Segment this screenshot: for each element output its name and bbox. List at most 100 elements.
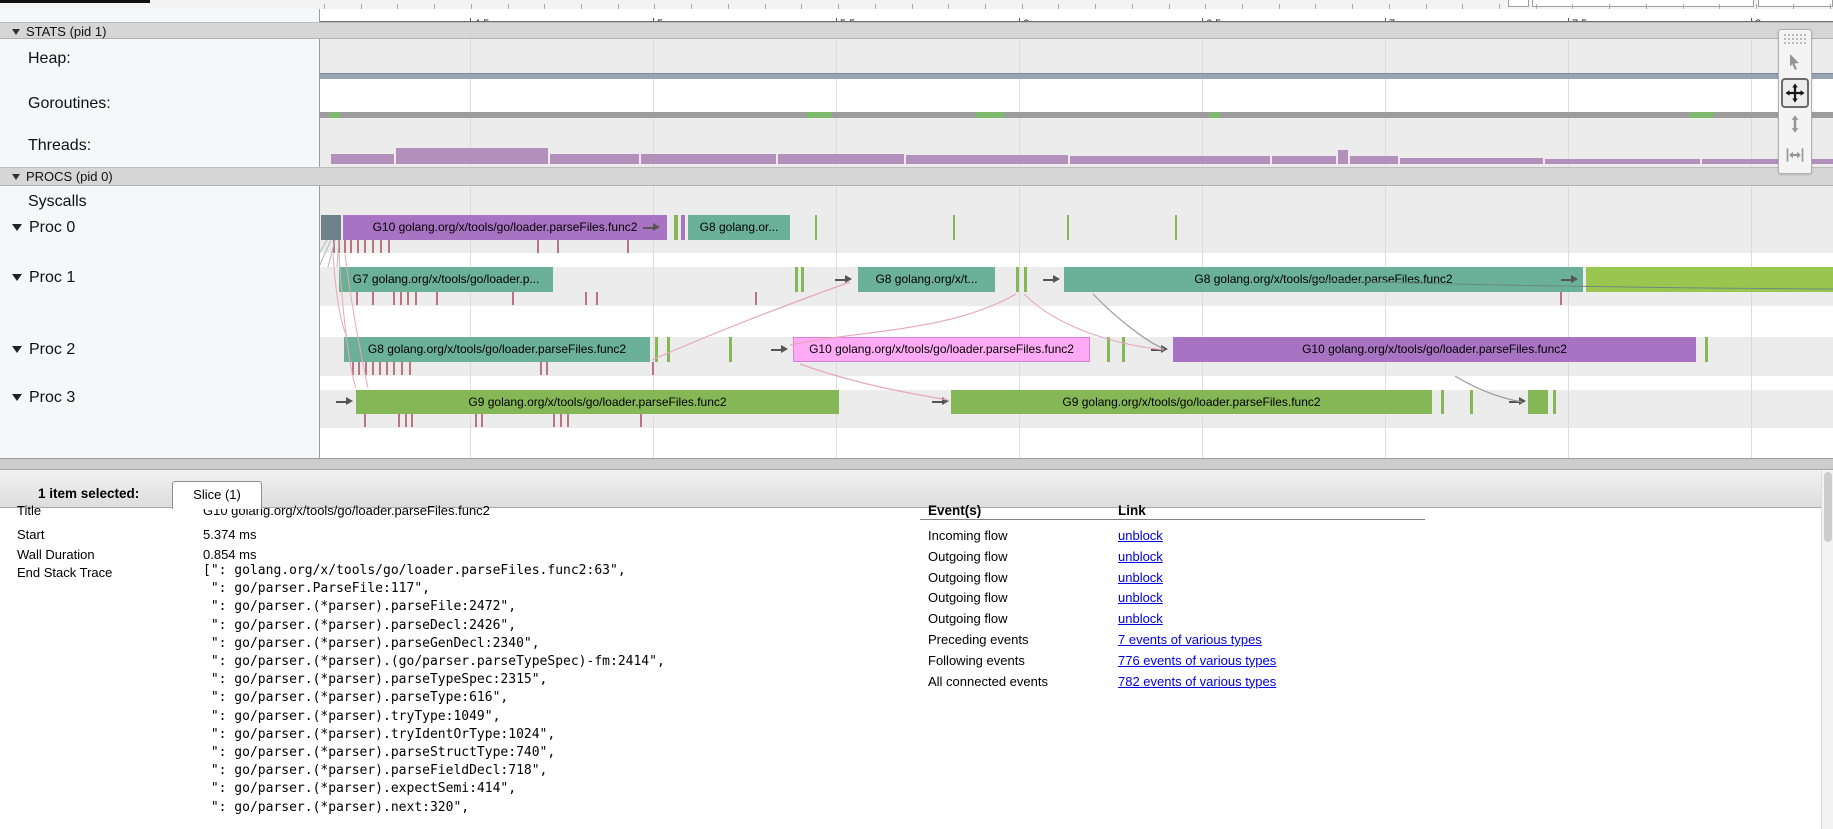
trace-viewer-window: 4.5 ms5 ms5.5 ms6 ms6.5 ms7 ms7.5 ms8 ms… bbox=[0, 0, 1833, 829]
link-column-header: Link bbox=[1118, 503, 1146, 518]
threads-usage-bar bbox=[396, 148, 548, 164]
stack-trace-text: [": golang.org/x/tools/go/loader.parseFi… bbox=[203, 562, 665, 817]
trace-slice[interactable] bbox=[801, 267, 804, 292]
flow-arrow-icon bbox=[1561, 275, 1578, 284]
flow-event-tick bbox=[481, 414, 483, 427]
trace-slice[interactable]: G8 golang.or... bbox=[688, 215, 790, 240]
timing-span-icon bbox=[1784, 145, 1806, 165]
pointer-icon bbox=[1785, 52, 1805, 72]
track-label-text: Proc 1 bbox=[29, 269, 75, 286]
flow-event-tick bbox=[652, 362, 654, 375]
trace-slice[interactable] bbox=[953, 215, 955, 240]
trace-slice[interactable]: G9 golang.org/x/tools/go/loader.parseFil… bbox=[356, 390, 839, 414]
trace-slice[interactable] bbox=[655, 337, 658, 362]
sidebar-track-label-proc-0[interactable]: Proc 0 bbox=[12, 219, 75, 237]
scrollbar-thumb[interactable] bbox=[1824, 472, 1832, 542]
selection-tool-button[interactable] bbox=[1781, 47, 1809, 77]
minimap-range-box-2[interactable] bbox=[1758, 0, 1833, 7]
event-link[interactable]: 7 events of various types bbox=[1118, 632, 1262, 647]
flow-event-tick bbox=[365, 362, 367, 375]
analysis-scrollbar[interactable] bbox=[1821, 470, 1833, 829]
flow-arrow-head bbox=[1571, 275, 1578, 283]
trace-slice[interactable] bbox=[815, 215, 817, 240]
trace-slice[interactable] bbox=[681, 215, 685, 240]
sidebar-track-label-syscalls[interactable]: Syscalls bbox=[28, 193, 87, 211]
vertical-arrows-icon bbox=[1785, 113, 1805, 135]
pan-tool-button[interactable] bbox=[1781, 78, 1809, 108]
threads-usage-bar bbox=[1545, 159, 1700, 164]
trace-slice[interactable] bbox=[1107, 337, 1110, 362]
trace-slice[interactable] bbox=[1175, 215, 1177, 240]
trace-slice[interactable] bbox=[1528, 390, 1548, 414]
trace-slice[interactable] bbox=[1024, 267, 1027, 292]
trace-slice[interactable] bbox=[795, 267, 798, 292]
flow-event-tick bbox=[364, 414, 366, 427]
sidebar-track-label-proc-2[interactable]: Proc 2 bbox=[12, 341, 75, 359]
tab-slice[interactable]: Slice (1) bbox=[172, 481, 262, 509]
goroutines-running-segment bbox=[976, 112, 1004, 118]
event-link[interactable]: unblock bbox=[1118, 570, 1163, 585]
flow-event-tick bbox=[546, 362, 548, 375]
trace-slice[interactable] bbox=[1067, 215, 1069, 240]
flow-event-tick bbox=[388, 240, 390, 253]
event-link[interactable]: 782 events of various types bbox=[1118, 674, 1276, 689]
flow-arrow-icon bbox=[932, 397, 949, 406]
flow-event-tick bbox=[405, 414, 407, 427]
sidebar-track-label-proc-3[interactable]: Proc 3 bbox=[12, 389, 75, 407]
minimap-handle-box[interactable] bbox=[1508, 0, 1529, 7]
flow-arrow-head bbox=[942, 397, 949, 405]
event-type-cell: Incoming flow bbox=[928, 528, 1007, 543]
trace-slice[interactable]: G8 golang.org/x/tools/go/loader.parseFil… bbox=[1064, 267, 1583, 292]
event-link[interactable]: 776 events of various types bbox=[1118, 653, 1276, 668]
trace-slice-selected[interactable]: G10 golang.org/x/tools/go/loader.parseFi… bbox=[793, 337, 1090, 362]
trace-slice[interactable] bbox=[1586, 267, 1833, 292]
event-link[interactable]: unblock bbox=[1118, 549, 1163, 564]
timing-tool-button[interactable] bbox=[1781, 140, 1809, 170]
event-type-cell: All connected events bbox=[928, 674, 1048, 689]
trace-slice[interactable] bbox=[674, 215, 678, 240]
trace-slice[interactable]: G10 golang.org/x/tools/go/loader.parseFi… bbox=[343, 215, 667, 240]
event-link[interactable]: unblock bbox=[1118, 528, 1163, 543]
trace-slice[interactable] bbox=[1470, 390, 1473, 414]
trace-slice[interactable] bbox=[1441, 390, 1444, 414]
trace-slice[interactable] bbox=[1553, 390, 1556, 414]
section-header-stats[interactable]: STATS (pid 1) bbox=[0, 22, 1833, 39]
trace-slice[interactable] bbox=[1122, 337, 1125, 362]
trace-slice[interactable]: G8 golang.org/x/tools/go/loader.parseFil… bbox=[344, 337, 650, 362]
flow-event-tick bbox=[409, 362, 411, 375]
trace-slice[interactable] bbox=[1705, 337, 1708, 362]
event-type-cell: Outgoing flow bbox=[928, 549, 1008, 564]
trace-slice[interactable] bbox=[667, 337, 670, 362]
event-type-cell: Preceding events bbox=[928, 632, 1028, 647]
flow-event-tick bbox=[1560, 292, 1562, 305]
trace-slice[interactable] bbox=[729, 337, 732, 362]
section-title: PROCS (pid 0) bbox=[26, 169, 113, 184]
trace-slice-label: G9 golang.org/x/tools/go/loader.parseFil… bbox=[468, 395, 726, 409]
top-minimap-strip bbox=[0, 0, 1833, 9]
stack-trace-field-label: End Stack Trace bbox=[17, 565, 112, 580]
trace-slice[interactable] bbox=[1016, 267, 1019, 292]
flow-arrow-icon bbox=[771, 345, 788, 354]
panel-splitter[interactable] bbox=[0, 458, 1833, 470]
trace-slice[interactable]: G9 golang.org/x/tools/go/loader.parseFil… bbox=[951, 390, 1432, 414]
goroutines-running-segment bbox=[1690, 112, 1714, 118]
event-type-cell: Outgoing flow bbox=[928, 570, 1008, 585]
trace-slice[interactable] bbox=[321, 215, 341, 240]
selection-count-label: 1 item selected: bbox=[38, 486, 139, 501]
trace-slice[interactable]: G10 golang.org/x/tools/go/loader.parseFi… bbox=[1173, 337, 1696, 362]
track-label-text: Syscalls bbox=[28, 193, 87, 210]
mode-toolbar bbox=[1778, 29, 1812, 174]
trace-slice[interactable]: G8 golang.org/x/t... bbox=[858, 267, 995, 292]
heap-usage-band bbox=[320, 73, 1833, 79]
vertical-zoom-tool-button[interactable] bbox=[1781, 109, 1809, 139]
sidebar-track-label-proc-1[interactable]: Proc 1 bbox=[12, 269, 75, 287]
event-link[interactable]: unblock bbox=[1118, 590, 1163, 605]
event-link[interactable]: unblock bbox=[1118, 611, 1163, 626]
trace-slice-label: G10 golang.org/x/tools/go/loader.parseFi… bbox=[1302, 342, 1567, 356]
toolbar-drag-handle[interactable] bbox=[1783, 33, 1807, 44]
section-header-procs[interactable]: PROCS (pid 0) bbox=[0, 167, 1833, 186]
pan-move-icon bbox=[1784, 82, 1806, 104]
flow-event-tick bbox=[557, 240, 559, 253]
minimap-range-box[interactable] bbox=[1532, 0, 1754, 7]
trace-slice[interactable]: G7 golang.org/x/tools/go/loader.p... bbox=[339, 267, 553, 292]
